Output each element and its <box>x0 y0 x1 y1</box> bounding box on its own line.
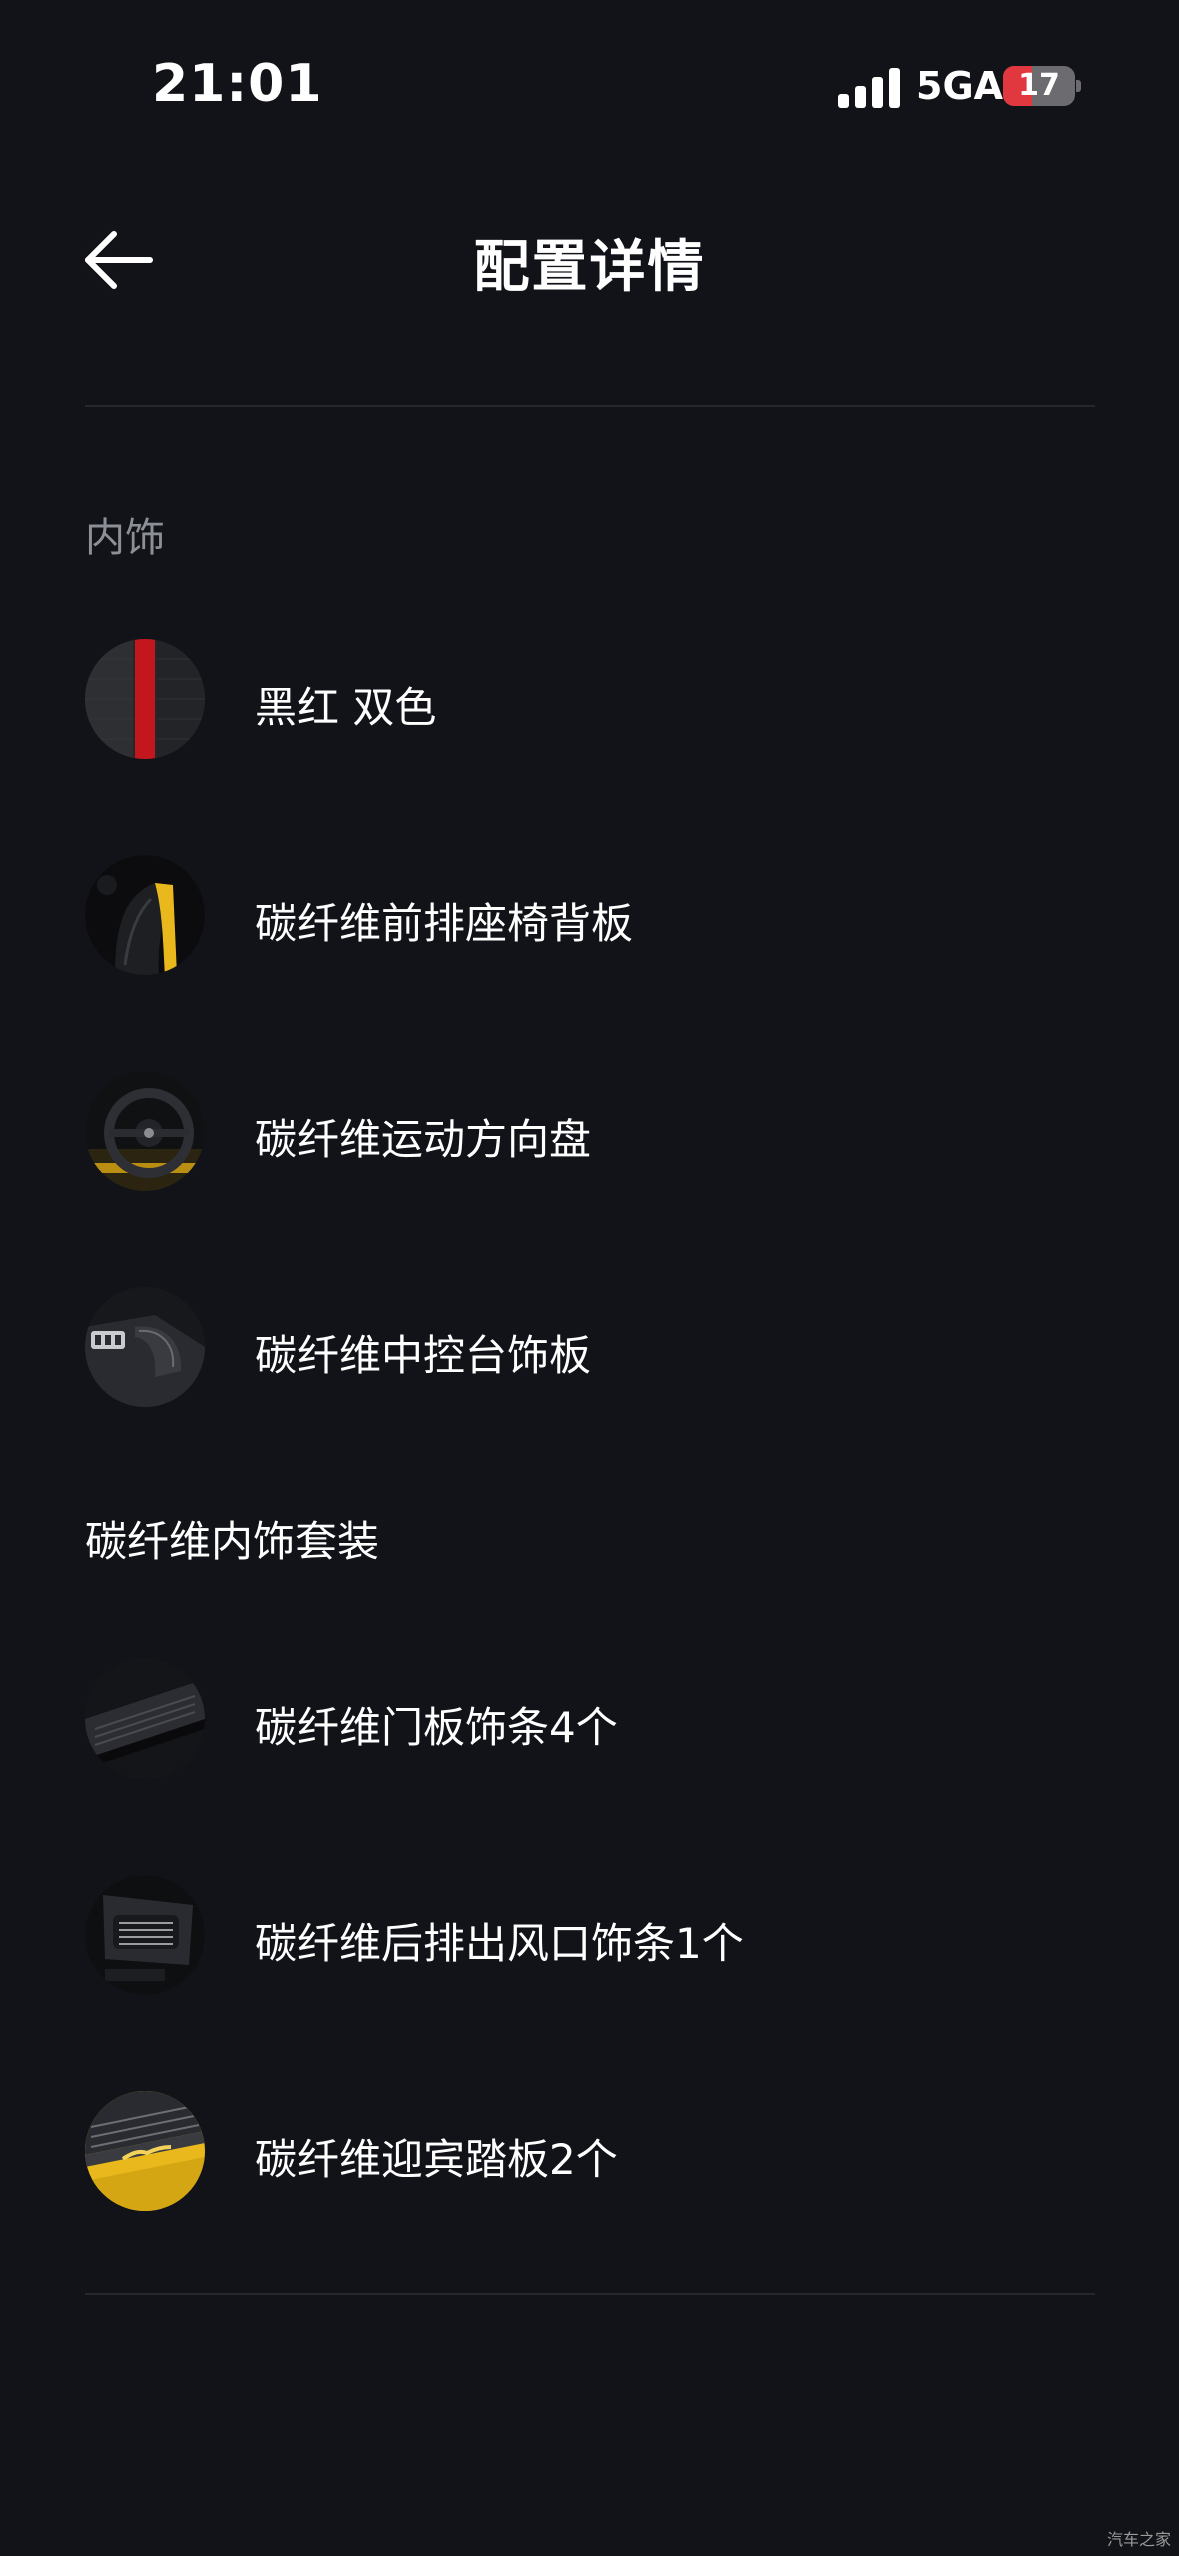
color-swatch-thumbnail <box>85 639 205 759</box>
section-title-carbon-package: 碳纤维内饰套装 <box>85 1517 380 1566</box>
list-item-color[interactable]: 黑红 双色 <box>85 634 1095 764</box>
steering-wheel-thumbnail <box>85 1071 205 1191</box>
battery-icon: 17 <box>1003 66 1081 106</box>
list-item-door-trim[interactable]: 碳纤维门板饰条4个 <box>85 1654 1095 1784</box>
footer-divider <box>85 2293 1095 2295</box>
list-item-label: 碳纤维前排座椅背板 <box>255 899 634 948</box>
list-item-console-trim[interactable]: 碳纤维中控台饰板 <box>85 1282 1095 1412</box>
list-item-label: 碳纤维后排出风口饰条1个 <box>255 1919 744 1968</box>
seat-back-thumbnail <box>85 855 205 975</box>
section-title-interior: 内饰 <box>85 515 165 561</box>
list-item-seat-back[interactable]: 碳纤维前排座椅背板 <box>85 850 1095 980</box>
list-item-steering-wheel[interactable]: 碳纤维运动方向盘 <box>85 1066 1095 1196</box>
door-trim-thumbnail <box>85 1659 205 1779</box>
sill-plate-thumbnail <box>85 2091 205 2211</box>
page-title: 配置详情 <box>473 235 706 300</box>
list-item-rear-vent[interactable]: 碳纤维后排出风口饰条1个 <box>85 1870 1095 2000</box>
battery-level: 17 <box>1018 68 1060 103</box>
list-item-label: 碳纤维运动方向盘 <box>255 1115 592 1164</box>
status-bar: 21:01 5GA 17 <box>0 0 1179 180</box>
list-item-label: 碳纤维迎宾踏板2个 <box>255 2135 618 2184</box>
list-item-label: 碳纤维中控台饰板 <box>255 1331 592 1380</box>
watermark-text: 汽车之家 <box>1106 2530 1171 2549</box>
list-item-label: 碳纤维门板饰条4个 <box>255 1703 618 1752</box>
header-divider <box>85 405 1095 407</box>
list-item-sill-plate[interactable]: 碳纤维迎宾踏板2个 <box>85 2086 1095 2216</box>
cellular-signal-icon <box>838 66 900 108</box>
status-time: 21:01 <box>152 54 323 114</box>
rear-vent-thumbnail <box>85 1875 205 1995</box>
list-item-label: 黑红 双色 <box>255 683 437 732</box>
console-trim-thumbnail <box>85 1287 205 1407</box>
network-type: 5GA <box>916 64 1004 108</box>
